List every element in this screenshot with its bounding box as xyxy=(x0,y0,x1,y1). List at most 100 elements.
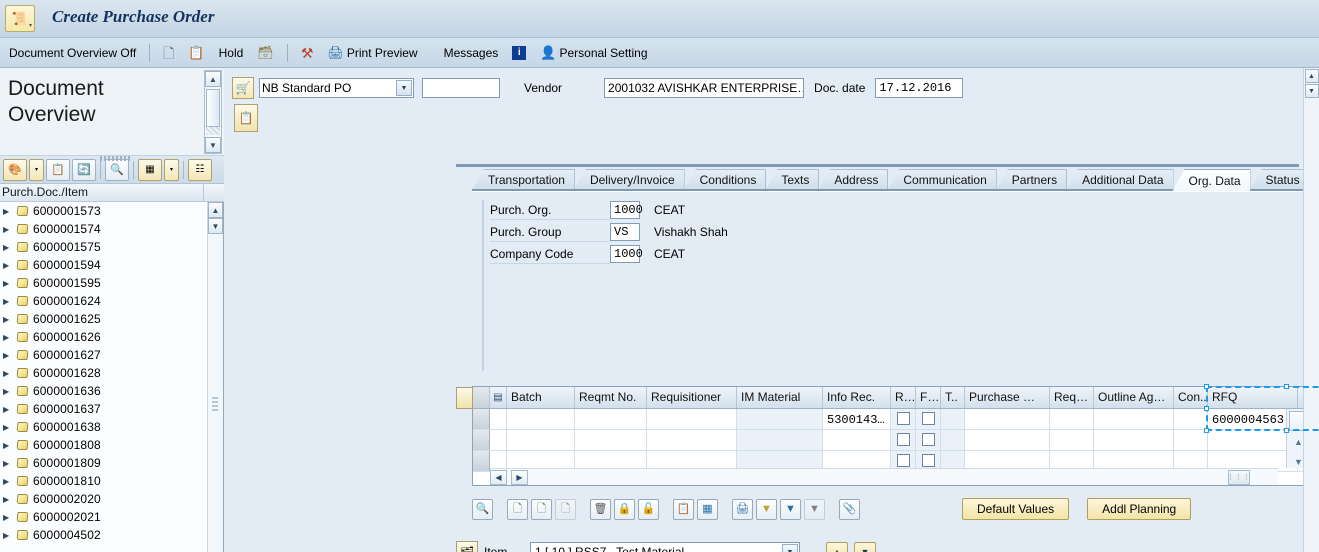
list-item[interactable]: ▶ 6000001594 xyxy=(0,256,208,274)
document-list-scrollbar[interactable]: ▲ ▼ xyxy=(207,202,223,552)
list-item[interactable]: ▶ 6000004502 xyxy=(0,526,208,544)
list-item[interactable]: ▶ 6000001595 xyxy=(0,274,208,292)
table-cell[interactable] xyxy=(941,409,965,429)
expand-arrow-icon[interactable]: ▶ xyxy=(3,225,12,234)
filter-icon[interactable]: ▼ xyxy=(780,498,801,520)
column-header-blank[interactable] xyxy=(473,387,490,408)
expand-arrow-icon[interactable]: ▶ xyxy=(3,279,12,288)
doc-list-scroll-down-icon[interactable]: ▼ xyxy=(208,218,223,234)
print-icon[interactable]: 🖨 xyxy=(732,498,753,520)
list-item[interactable]: ▶ 6000002021 xyxy=(0,508,208,526)
tab-org-data[interactable]: Org. Data xyxy=(1172,169,1251,191)
column-header-requisitioner[interactable]: Requisitioner xyxy=(647,387,737,408)
column-config-icon[interactable]: ▦ xyxy=(697,498,718,520)
expand-arrow-icon[interactable]: ▶ xyxy=(3,513,12,522)
sap-document-icon[interactable]: 📜 ▾ xyxy=(5,5,35,32)
expand-arrow-icon[interactable]: ▶ xyxy=(3,351,12,360)
list-item[interactable]: ▶ 6000001638 xyxy=(0,418,208,436)
table-cell[interactable] xyxy=(473,409,490,429)
refresh-icon[interactable]: 🔄 xyxy=(72,158,96,181)
sort-filter-icon[interactable]: ▼ xyxy=(756,498,777,520)
expand-arrow-icon[interactable]: ▶ xyxy=(3,477,12,486)
tab-additional-data[interactable]: Additional Data xyxy=(1066,169,1174,190)
layout-icon[interactable]: ▦ xyxy=(138,158,162,181)
copy-line-icon[interactable]: 🗋 xyxy=(555,498,576,520)
table-cell[interactable] xyxy=(891,409,916,429)
table-cell[interactable] xyxy=(1050,409,1094,429)
table-cell[interactable] xyxy=(575,430,647,450)
expand-arrow-icon[interactable]: ▶ xyxy=(3,495,12,504)
expand-arrow-icon[interactable]: ▶ xyxy=(3,315,12,324)
vendor-input[interactable]: 2001032 AVISHKAR ENTERPRISE… xyxy=(604,78,805,98)
checkbox[interactable] xyxy=(921,433,935,446)
scroll-up-icon[interactable]: ▲ xyxy=(205,71,221,87)
table-cell[interactable] xyxy=(941,430,965,450)
tab-conditions[interactable]: Conditions xyxy=(683,169,767,190)
list-item[interactable]: ▶ 6000001636 xyxy=(0,382,208,400)
expand-arrow-icon[interactable]: ▶ xyxy=(3,207,12,216)
expand-arrow-icon[interactable]: ▶ xyxy=(3,369,12,378)
selection-variant-icon[interactable]: 🎨 xyxy=(3,158,27,181)
expand-arrow-icon[interactable]: ▶ xyxy=(3,459,12,468)
insert-line-icon[interactable]: 🗋 xyxy=(531,498,552,520)
document-list[interactable]: ▶ 6000001573 ▶ 6000001574 ▶ 6000001575 ▶ 600000… xyxy=(0,202,208,552)
expand-arrow-icon[interactable]: ▶ xyxy=(3,243,12,252)
table-cell[interactable] xyxy=(1174,409,1208,429)
checkbox[interactable] xyxy=(921,454,935,467)
table-cell[interactable] xyxy=(507,409,575,429)
table-cell[interactable] xyxy=(916,430,941,450)
table-cell[interactable] xyxy=(507,430,575,450)
grid-scroll-left-icon[interactable]: ◀ xyxy=(490,469,507,485)
column-header-outline-ag[interactable]: Outline Ag… xyxy=(1094,387,1174,408)
unlock-line-icon[interactable]: 🔓 xyxy=(638,498,659,520)
list-item[interactable]: ▶ 6000001574 xyxy=(0,220,208,238)
expand-arrow-icon[interactable]: ▶ xyxy=(3,405,12,414)
list-item[interactable]: ▶ 6000001809 xyxy=(0,454,208,472)
copy-icon[interactable]: 📋 xyxy=(46,158,70,181)
document-number-input[interactable] xyxy=(422,78,500,98)
table-cell[interactable] xyxy=(647,409,737,429)
tab-texts[interactable]: Texts xyxy=(765,169,820,190)
column-header-im-material[interactable]: IM Material xyxy=(737,387,823,408)
copy-document-icon[interactable]: 📋 xyxy=(183,44,209,61)
column-header-req[interactable]: Req… xyxy=(1050,387,1094,408)
table-cell[interactable] xyxy=(473,430,490,450)
main-vertical-scrollbar[interactable]: ▲ ▼ xyxy=(1303,68,1319,552)
duplicate-icon[interactable]: 📋 xyxy=(673,498,694,520)
check-document-icon[interactable]: ⚒ xyxy=(296,44,319,62)
attachment-icon[interactable]: 📎 xyxy=(839,498,860,520)
filter-off-icon[interactable]: ▼ xyxy=(804,498,825,520)
main-scroll-up-icon[interactable]: ▲ xyxy=(1304,69,1319,83)
expand-arrow-icon[interactable]: ▶ xyxy=(3,531,12,540)
table-cell[interactable]: 5300143… xyxy=(823,409,891,429)
table-cell[interactable] xyxy=(891,430,916,450)
list-item[interactable]: ▶ 6000001573 xyxy=(0,202,208,220)
personal-setting-button[interactable]: 👤 Personal Setting xyxy=(535,44,652,62)
checkbox[interactable] xyxy=(896,454,910,467)
scroll-down-icon[interactable]: ▼ xyxy=(205,137,221,153)
item-select[interactable]: 1 [ 10 ] RSS7 , Test Material ▼ xyxy=(530,542,800,552)
table-row[interactable]: 5300143…600000456310 xyxy=(473,409,1319,430)
chevron-down-icon[interactable]: ▼ xyxy=(396,80,412,96)
expand-arrow-icon[interactable]: ▶ xyxy=(3,387,12,396)
table-cell[interactable] xyxy=(737,430,823,450)
table-cell[interactable] xyxy=(575,409,647,429)
previous-item-button[interactable]: ▲ xyxy=(826,542,848,552)
table-cell[interactable] xyxy=(1208,430,1298,450)
list-item[interactable]: ▶ 6000001628 xyxy=(0,364,208,382)
messages-button[interactable]: Messages xyxy=(439,44,504,62)
expand-arrow-icon[interactable]: ▶ xyxy=(3,423,12,432)
expand-arrow-icon[interactable]: ▶ xyxy=(3,261,12,270)
list-item[interactable]: ▶ 6000002020 xyxy=(0,490,208,508)
detail-magnify-icon[interactable]: 🔍 xyxy=(472,498,493,520)
grid-hscroll-thumb[interactable]: ⋮⋮⋮ xyxy=(1227,469,1250,485)
expand-arrow-icon[interactable]: ▶ xyxy=(3,441,12,450)
checkbox[interactable] xyxy=(896,433,910,446)
list-item[interactable]: ▶ 6000001637 xyxy=(0,400,208,418)
tab-partners[interactable]: Partners xyxy=(995,169,1068,190)
document-overview-off-button[interactable]: Document Overview Off xyxy=(4,44,141,62)
delete-line-icon[interactable]: 🗑 xyxy=(590,498,611,520)
column-header-info-rec[interactable]: Info Rec. xyxy=(823,387,891,408)
table-cell[interactable] xyxy=(916,409,941,429)
column-header-rfq[interactable]: RFQ xyxy=(1208,387,1298,408)
